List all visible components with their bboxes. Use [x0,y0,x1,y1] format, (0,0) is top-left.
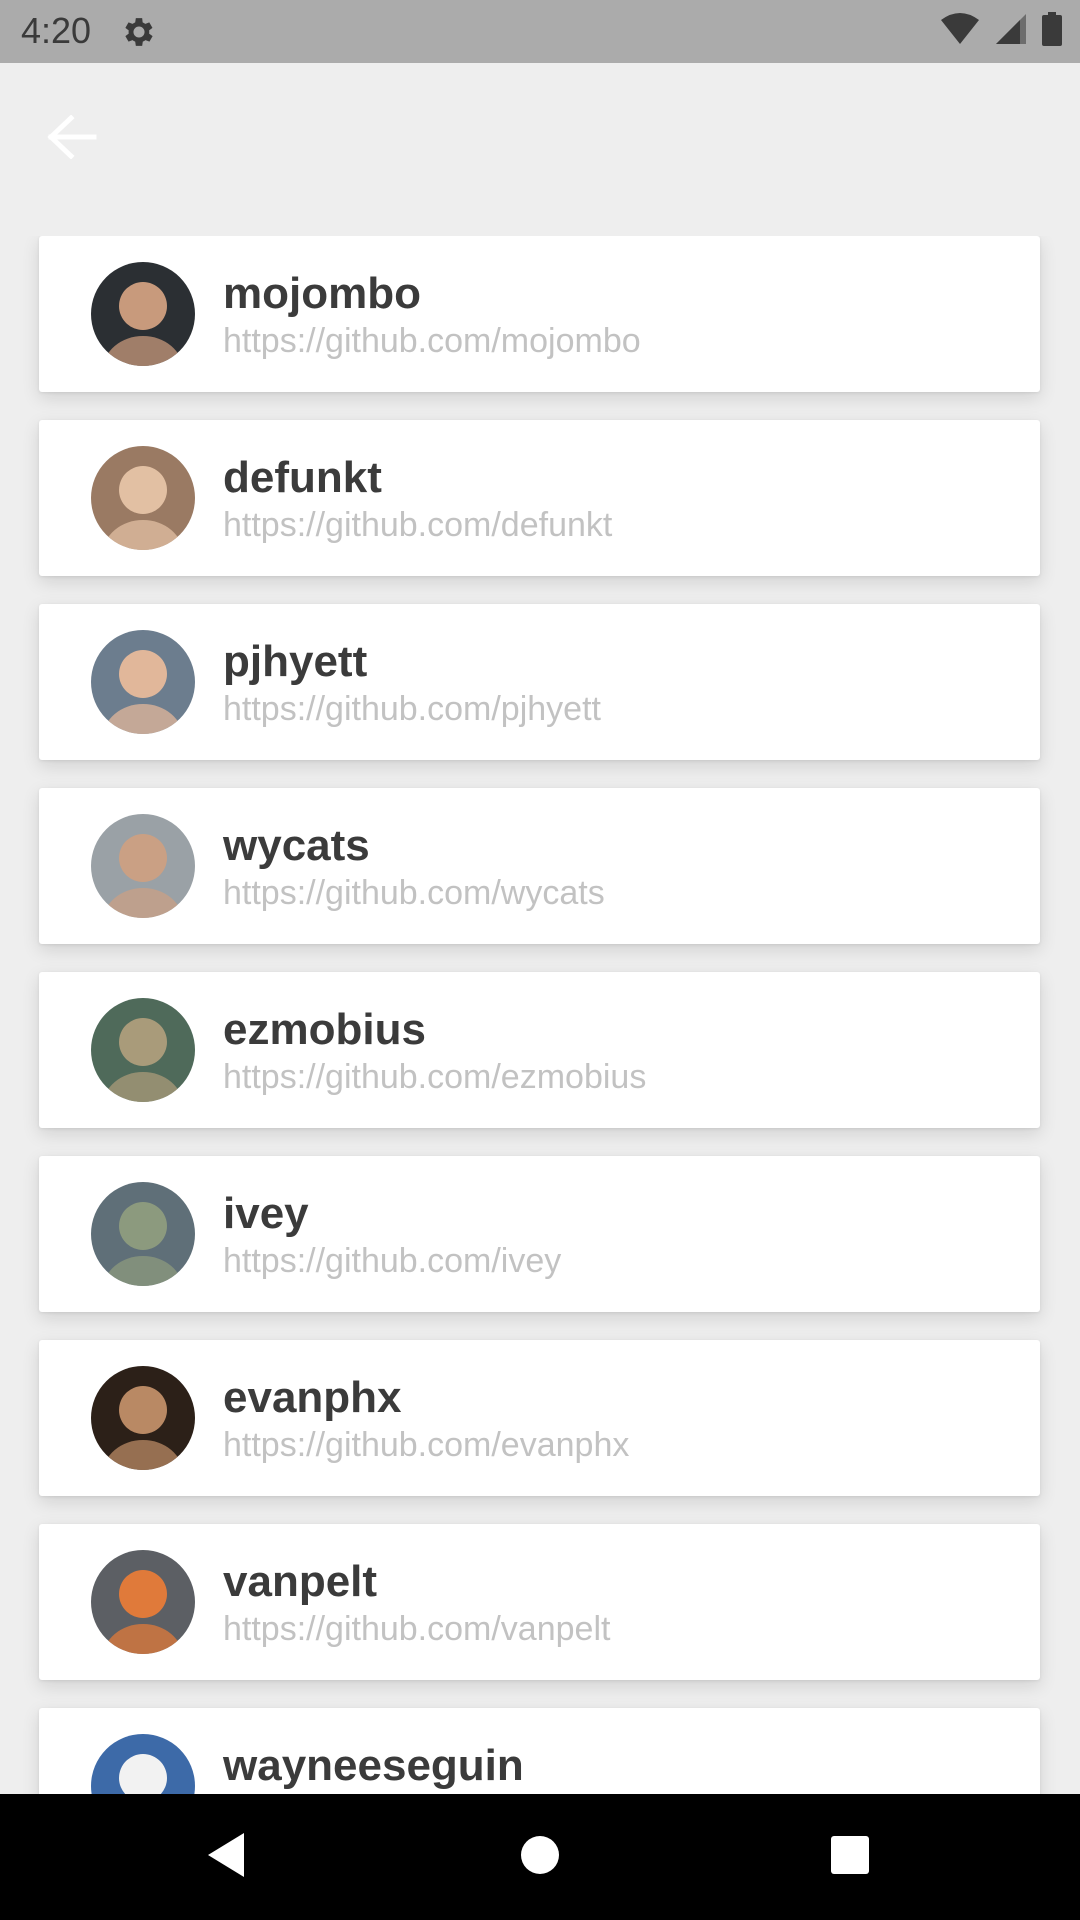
nav-recents-button[interactable] [820,1827,880,1887]
user-card[interactable]: defunkt https://github.com/defunkt [39,420,1040,576]
gear-icon [120,13,158,51]
user-login: ezmobius [223,1005,426,1054]
user-profile-url: https://github.com/ivey [223,1242,562,1280]
nav-back-button[interactable] [196,1827,256,1887]
avatar [91,814,195,918]
user-card[interactable]: wycats https://github.com/wycats [39,788,1040,944]
avatar [91,630,195,734]
avatar [91,262,195,366]
user-profile-url: https://github.com/ezmobius [223,1058,647,1096]
avatar [91,1182,195,1286]
user-login: vanpelt [223,1557,378,1606]
navigation-bar [0,1794,1080,1920]
user-card[interactable]: evanphx https://github.com/evanphx [39,1340,1040,1496]
status-bar: 4:20 [0,0,1080,63]
user-card[interactable]: wayneeseguinhttps://github.com/wayneeseg… [39,1708,1040,1794]
user-login: defunkt [223,453,382,502]
avatar [91,1550,195,1654]
user-login: pjhyett [223,637,368,686]
nav-home-button[interactable] [510,1827,570,1887]
app-header [0,63,1080,213]
user-profile-url: https://github.com/evanphx [223,1426,630,1464]
avatar [91,1366,195,1470]
user-card[interactable]: mojombo https://github.com/mojombo [39,236,1040,392]
nav-back-icon [204,1831,248,1884]
nav-recents-icon [829,1834,871,1881]
avatar [91,998,195,1102]
user-profile-url: https://github.com/pjhyett [223,690,601,728]
back-button[interactable] [40,107,104,171]
user-list[interactable]: mojombo https://github.com/mojombo defunkt… [0,236,1080,1794]
user-profile-url: https://github.com/wycats [223,874,605,912]
user-profile-url: https://github.com/mojombo [223,322,641,360]
user-card[interactable]: vanpelt https://github.com/vanpelt [39,1524,1040,1680]
avatar [91,1734,195,1794]
status-icons [940,12,1062,51]
user-profile-url: https://github.com/vanpelt [223,1610,611,1648]
wifi-icon [940,12,980,51]
user-card[interactable]: ezmobius https://github.com/ezmobius [39,972,1040,1128]
status-time: 4:20 [21,10,92,51]
user-login: evanphx [223,1373,402,1422]
user-login: wycats [223,821,370,870]
arrow-left-icon [47,113,97,164]
user-login: ivey [223,1189,309,1238]
user-login: mojombo [223,269,421,318]
battery-icon [1042,12,1062,51]
user-card[interactable]: pjhyett https://github.com/pjhyett [39,604,1040,760]
signal-icon [994,12,1028,51]
user-card[interactable]: ivey https://github.com/ivey [39,1156,1040,1312]
nav-home-icon [518,1833,562,1882]
avatar [91,446,195,550]
user-profile-url: https://github.com/defunkt [223,506,613,544]
user-login: wayneeseguin [223,1741,524,1790]
